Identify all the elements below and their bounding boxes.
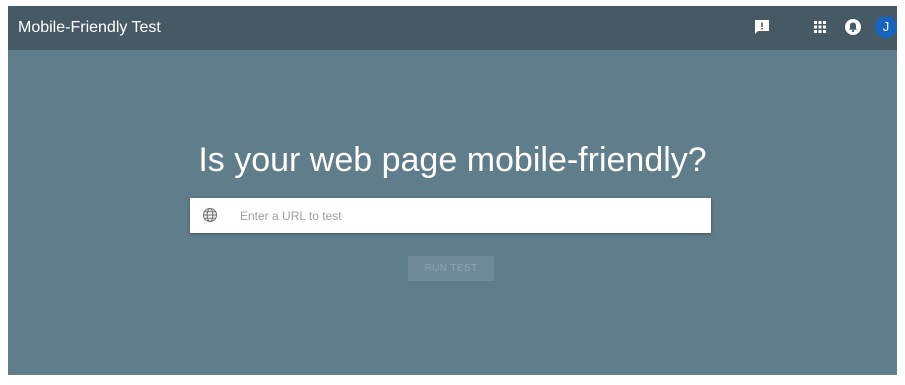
avatar[interactable]: J	[875, 16, 897, 38]
url-search-box	[190, 198, 711, 233]
page-headline: Is your web page mobile-friendly?	[198, 141, 707, 179]
globe-icon	[202, 207, 218, 223]
top-app-bar: Mobile-Friendly Test J	[8, 6, 897, 50]
notifications-icon[interactable]	[844, 18, 862, 36]
url-input[interactable]	[234, 198, 700, 233]
run-test-button[interactable]: RUN TEST	[408, 256, 494, 281]
feedback-icon[interactable]	[753, 18, 771, 36]
app-title: Mobile-Friendly Test	[18, 19, 161, 36]
app-window: Mobile-Friendly Test J Is your web page …	[8, 6, 897, 375]
apps-icon[interactable]	[811, 18, 829, 36]
